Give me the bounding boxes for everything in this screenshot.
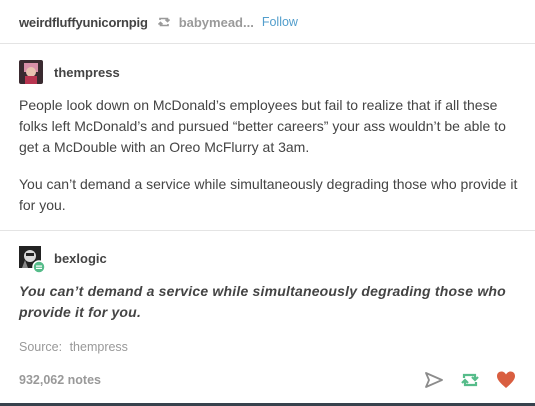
source-link[interactable]: thempress [70, 340, 128, 354]
post-paragraph: People look down on McDonald’s employees… [19, 97, 506, 155]
heart-icon[interactable] [496, 370, 516, 390]
post-header: weirdfluffyunicornpig babymead... Follow [19, 12, 298, 32]
reblog-divider [0, 230, 535, 231]
post-paragraph: You can’t demand a service while simulta… [19, 176, 518, 213]
reblogger-username[interactable]: weirdfluffyunicornpig [19, 15, 148, 30]
source-username[interactable]: babymead... [179, 15, 254, 30]
follow-button[interactable]: Follow [262, 15, 298, 29]
avatar-bexlogic[interactable] [19, 246, 46, 274]
tumblr-post: weirdfluffyunicornpig babymead... Follow… [0, 0, 535, 406]
post-username[interactable]: bexlogic [54, 251, 107, 266]
reblog-comment: You can’t demand a service while simulta… [19, 283, 506, 320]
share-icon[interactable] [424, 370, 444, 390]
reblog-icon[interactable] [460, 370, 480, 390]
post-username[interactable]: thempress [54, 65, 120, 80]
header-divider [0, 43, 535, 44]
source-label: Source: [19, 340, 63, 354]
post-actions [424, 370, 516, 390]
post-source: Source: thempress [19, 340, 128, 354]
reblog-icon [157, 15, 171, 29]
notes-count[interactable]: 932,062 notes [19, 373, 101, 387]
avatar-thempress[interactable] [19, 60, 43, 84]
